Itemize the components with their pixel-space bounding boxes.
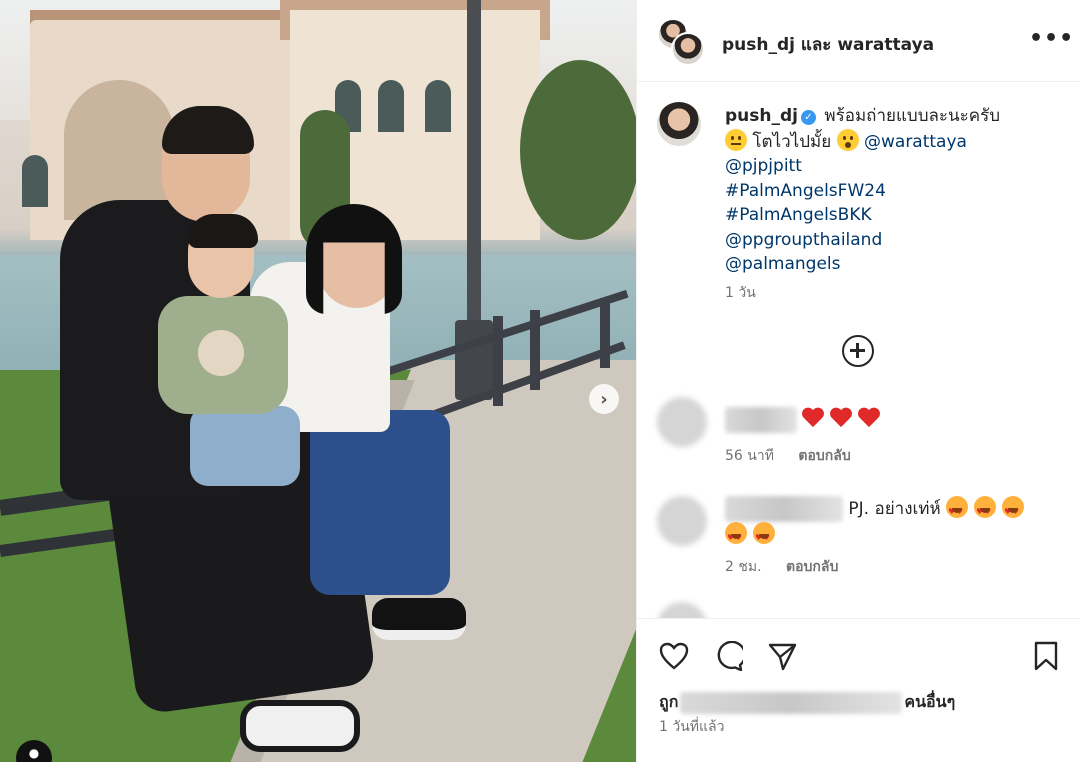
save-button[interactable] [1029,639,1063,673]
photo-tree [520,60,636,240]
photo-lamp-post [467,0,481,360]
avatar[interactable] [657,496,707,546]
mention-link[interactable]: @warattaya [864,132,967,152]
post-photo[interactable]: › ● [0,0,636,762]
heart-eyes-emoji-icon [946,496,969,525]
photo-kid-bear-print [198,330,244,376]
caption-username[interactable]: push_dj [725,106,798,126]
hashtag-link[interactable]: #PalmAngelsFW24 [725,179,1065,204]
comment-button[interactable] [711,639,745,673]
avatar[interactable] [657,397,707,447]
photo-railing-post [600,298,610,368]
plus-circle-icon[interactable] [842,335,874,367]
like-button[interactable] [657,639,691,673]
photo-window [425,80,451,132]
photo-window [22,155,48,207]
likes-suffix: คนอื่นๆ [904,692,956,711]
caption-text: push_dj ✓ พร้อมถ่ายแบบละนะครับ โตไวไปมั้ย… [725,104,1065,277]
likes-summary[interactable]: ถูก คนอื่นๆ [659,690,955,715]
more-options-icon[interactable]: ••• [1029,26,1074,51]
send-paper-plane-icon [768,643,797,671]
chevron-right-icon: › [600,388,608,410]
heart-emoji-icon [830,408,852,428]
heart-outline-icon [659,642,689,670]
smiling-hearts-emoji-icon [725,522,747,551]
photo-kid-jeans [190,406,300,486]
photo-man-shoe [240,700,360,752]
reply-button[interactable]: ตอบกลับ [786,559,838,575]
smiling-hearts-emoji-icon [753,522,775,551]
photo-window [378,80,404,132]
verified-badge-icon: ✓ [801,110,816,125]
comment-timestamp: 2 ชม. [725,559,762,575]
redacted-likers [680,691,903,714]
photo-woman-jeans [310,410,450,595]
redacted-username [725,407,797,433]
caption-line-1: พร้อมถ่ายแบบละนะครับ [824,106,1001,126]
carousel-next-button[interactable]: › [589,384,619,414]
comment-text [725,407,886,433]
face-emoji-icon [725,128,747,151]
comment-bubble-icon [717,641,743,671]
post-actions-bar [637,618,1080,678]
mention-link[interactable]: @pjpjpitt [725,154,1065,179]
surprised-emoji-icon [836,128,859,151]
photo-railing-post [493,316,503,406]
post-detail-panel: push_dj และ warattaya ••• push_dj ✓ พร้อม… [636,0,1080,762]
user-icon: ● [28,746,40,760]
smiling-hearts-emoji-icon [974,496,997,525]
collab-avatars[interactable] [657,18,705,66]
comment-body: PJ. อย่างเท่ห์ [848,499,941,519]
comment-meta: 56 นาที ตอบกลับ [725,445,871,467]
likes-prefix: ถูก [659,692,679,711]
caption-line-2: โตไวไปมั้ย [752,131,832,152]
heart-emoji-icon [858,408,880,428]
post-timestamp: 1 วันที่แล้ว [659,719,725,735]
redacted-username [725,496,843,522]
photo-woman-shoe [372,598,466,640]
comment-text: PJ. อย่างเท่ห์ [725,496,1065,551]
mention-link[interactable]: @ppgroupthailand [725,228,1065,253]
photo-archway [64,80,174,220]
mention-link[interactable]: @palmangels [725,252,1065,277]
bookmark-icon [1034,641,1058,671]
caption-timestamp: 1 วัน [725,285,756,301]
heart-emoji-icon [802,408,824,428]
comment-timestamp: 56 นาที [725,448,774,464]
smiling-hearts-emoji-icon [1002,496,1025,525]
post-header: push_dj และ warattaya ••• [637,0,1080,82]
reply-button[interactable]: ตอบกลับ [798,448,850,464]
post-authors[interactable]: push_dj และ warattaya [722,31,934,58]
hashtag-link[interactable]: #PalmAngelsBKK [725,203,1065,228]
photo-railing-post [530,310,540,390]
photo-lamp-base [455,320,493,400]
avatar[interactable] [657,102,701,146]
share-button[interactable] [765,639,799,673]
comment-meta: 2 ชม. ตอบกลับ [725,556,858,578]
avatar[interactable] [671,32,705,66]
photo-kid-hair [188,214,258,248]
